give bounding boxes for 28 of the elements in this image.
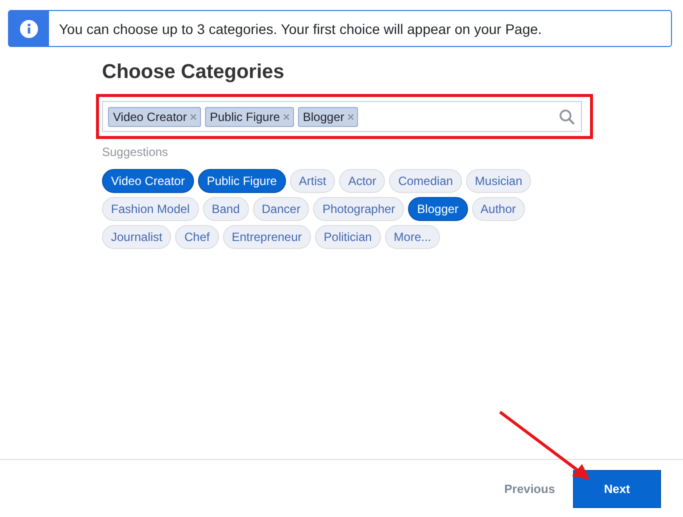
category-chip[interactable]: Entrepreneur	[222, 225, 311, 249]
category-chip[interactable]: Actor	[339, 169, 386, 193]
category-chip[interactable]: Band	[202, 197, 249, 221]
search-icon	[559, 108, 575, 124]
category-chip[interactable]: Photographer	[313, 197, 404, 221]
info-icon	[20, 20, 38, 38]
category-chip[interactable]: Artist	[290, 169, 336, 193]
category-token[interactable]: Video Creator ×	[108, 106, 201, 126]
category-field[interactable]: Video Creator × Public Figure × Blogger ×	[102, 101, 582, 132]
suggestions-label: Suggestions	[102, 145, 170, 159]
category-token[interactable]: Blogger ×	[298, 106, 358, 126]
category-chip[interactable]: More...	[384, 225, 440, 249]
category-chip[interactable]: Video Creator	[102, 169, 194, 193]
category-chip[interactable]: Blogger	[408, 197, 468, 221]
category-chip[interactable]: Politician	[314, 225, 381, 249]
category-chip[interactable]: Public Figure	[198, 169, 286, 193]
heading: Choose Categories	[102, 61, 286, 84]
category-chip[interactable]: Musician	[466, 169, 532, 193]
next-button[interactable]: Next	[573, 470, 661, 508]
category-chip[interactable]: Dancer	[252, 197, 310, 221]
previous-button[interactable]: Previous	[498, 480, 561, 496]
category-chip[interactable]: Chef	[175, 225, 219, 249]
category-chip[interactable]: Comedian	[389, 169, 462, 193]
category-chip[interactable]: Author	[472, 197, 525, 221]
notice-text: You can choose up to 3 categories. Your first choice will appear on your Page.	[59, 20, 542, 36]
category-chip[interactable]: Fashion Model	[102, 197, 199, 221]
category-chip[interactable]: Journalist	[102, 225, 172, 249]
category-token[interactable]: Public Figure ×	[204, 106, 294, 126]
